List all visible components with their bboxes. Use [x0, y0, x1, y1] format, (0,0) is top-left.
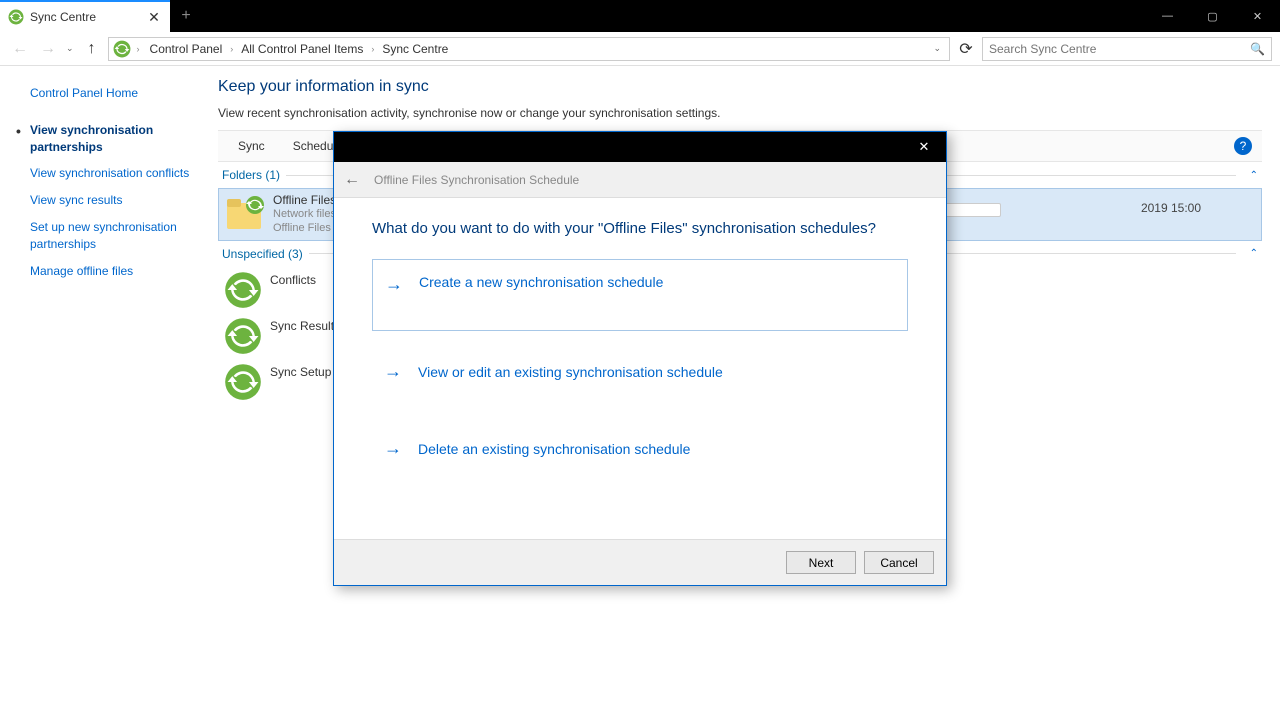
dialog-footer: Next Cancel	[334, 539, 946, 585]
tab-sync[interactable]: Sync	[224, 133, 279, 159]
window-tab[interactable]: Sync Centre ✕	[0, 0, 170, 32]
option-edit-schedule[interactable]: → View or edit an existing synchronisati…	[372, 347, 908, 396]
page-desc: View recent synchronisation activity, sy…	[218, 106, 1262, 120]
search-box[interactable]: 🔍	[982, 37, 1272, 61]
group-folders-label: Folders (1)	[222, 168, 280, 182]
sidebar-manage-offline[interactable]: Manage offline files	[16, 258, 192, 285]
item-sub1: Network files	[273, 207, 340, 221]
item-title: Sync Results	[270, 317, 340, 333]
dialog-back-button[interactable]: ←	[344, 171, 360, 189]
collapse-icon[interactable]: ⌃	[1242, 248, 1258, 259]
help-icon[interactable]: ?	[1234, 137, 1252, 155]
folder-sync-icon	[225, 193, 265, 233]
window-controls: — ▢ ✕	[1145, 0, 1280, 32]
sync-icon	[224, 317, 262, 355]
next-button[interactable]: Next	[786, 551, 856, 574]
option-delete-schedule[interactable]: → Delete an existing synchronisation sch…	[372, 424, 908, 473]
chevron-right-icon: ›	[369, 44, 376, 54]
sync-centre-icon	[113, 40, 131, 58]
back-button[interactable]: ←	[8, 37, 32, 61]
titlebar: Sync Centre ✕ + — ▢ ✕	[0, 0, 1280, 32]
page-title: Keep your information in sync	[218, 78, 1262, 96]
tab-close-icon[interactable]: ✕	[146, 9, 162, 26]
option-create-schedule[interactable]: → Create a new synchronisation schedule	[372, 259, 908, 331]
sidebar-view-results[interactable]: View sync results	[16, 187, 192, 214]
sidebar: Control Panel Home View synchronisation …	[0, 66, 200, 720]
cancel-button[interactable]: Cancel	[864, 551, 934, 574]
collapse-icon[interactable]: ⌃	[1242, 170, 1258, 181]
sidebar-cp-home[interactable]: Control Panel Home	[16, 80, 192, 107]
address-dropdown[interactable]: ⌄	[929, 43, 945, 54]
dialog-header-title: Offline Files Synchronisation Schedule	[374, 173, 579, 187]
group-unspecified-label: Unspecified (3)	[222, 247, 303, 261]
breadcrumb: Control Panel › All Control Panel Items …	[146, 40, 453, 58]
dialog-question: What do you want to do with your "Offlin…	[372, 220, 908, 237]
search-input[interactable]	[989, 42, 1250, 56]
up-button[interactable]: ↑	[80, 40, 104, 58]
dialog-header: ← Offline Files Synchronisation Schedule	[334, 162, 946, 198]
arrow-right-icon: →	[384, 438, 404, 459]
chevron-right-icon: ›	[228, 44, 235, 54]
sync-icon	[224, 363, 262, 401]
sync-icon	[224, 271, 262, 309]
chevron-right-icon: ›	[135, 44, 142, 54]
item-sub2: Offline Files a	[273, 221, 340, 235]
option-label: Delete an existing synchronisation sched…	[418, 441, 690, 457]
option-label: Create a new synchronisation schedule	[419, 274, 663, 290]
item-title: Offline Files	[273, 193, 340, 207]
item-title: Conflicts	[270, 271, 316, 287]
forward-button[interactable]: →	[36, 37, 60, 61]
item-date: 2019 15:00	[1141, 201, 1201, 215]
address-bar[interactable]: › Control Panel › All Control Panel Item…	[108, 37, 950, 61]
crumb-all-items[interactable]: All Control Panel Items	[237, 40, 367, 58]
arrow-right-icon: →	[385, 274, 405, 295]
crumb-sync-centre[interactable]: Sync Centre	[378, 40, 452, 58]
item-title: Sync Setup	[270, 363, 331, 379]
arrow-right-icon: →	[384, 361, 404, 382]
dialog-titlebar[interactable]: ✕	[334, 132, 946, 162]
maximize-button[interactable]: ▢	[1190, 0, 1235, 32]
history-dropdown[interactable]: ⌄	[64, 43, 76, 54]
schedule-dialog: ✕ ← Offline Files Synchronisation Schedu…	[333, 131, 947, 586]
new-tab-button[interactable]: +	[170, 0, 202, 32]
navbar: ← → ⌄ ↑ › Control Panel › All Control Pa…	[0, 32, 1280, 66]
sidebar-view-conflicts[interactable]: View synchronisation conflicts	[16, 160, 192, 187]
sidebar-view-partnerships[interactable]: View synchronisation partnerships	[16, 117, 192, 161]
search-icon[interactable]: 🔍	[1250, 42, 1265, 56]
minimize-button[interactable]: —	[1145, 0, 1190, 32]
sidebar-setup-partnerships[interactable]: Set up new synchronisation partnerships	[16, 214, 192, 258]
tab-title: Sync Centre	[30, 10, 140, 24]
dialog-close-button[interactable]: ✕	[902, 132, 946, 162]
dialog-body: What do you want to do with your "Offlin…	[334, 198, 946, 539]
close-window-button[interactable]: ✕	[1235, 0, 1280, 32]
sync-centre-icon	[8, 9, 24, 25]
refresh-button[interactable]: ⟳	[954, 39, 978, 59]
crumb-control-panel[interactable]: Control Panel	[146, 40, 227, 58]
option-label: View or edit an existing synchronisation…	[418, 364, 723, 380]
